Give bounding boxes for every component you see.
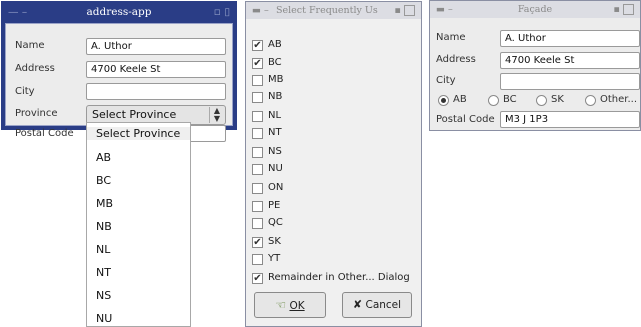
checkbox-label: NL	[268, 110, 282, 121]
checkbox[interactable]: ✔	[252, 273, 263, 284]
checkbox[interactable]	[252, 183, 263, 194]
name-label: Name	[15, 40, 45, 51]
dropdown-option[interactable]: NU	[96, 312, 112, 325]
checkbox-label: NS	[268, 146, 282, 157]
cancel-x-icon: ✘	[352, 298, 363, 311]
checkbox-label: Remainder in Other... Dialog	[268, 272, 410, 283]
checkbox-label: QC	[268, 217, 283, 228]
facade-postal-field[interactable]: M3 J 1P3	[500, 111, 640, 128]
frequent-provinces-dialog: ▬ – Select Frequently Us ▪ ✔ AB ✔ BC MB NB NL N…	[245, 1, 422, 327]
radio-label: AB	[453, 94, 467, 105]
shade-icon[interactable]: ▪	[395, 2, 401, 19]
checkbox-label: ON	[268, 182, 284, 193]
radio-label: SK	[551, 94, 564, 105]
address-app-window: — – address-app ▫ ▯ Name A. Uthor Addres…	[1, 1, 237, 142]
ok-button[interactable]: ☜ OK	[254, 292, 326, 318]
city-label: City	[15, 86, 35, 97]
checkbox[interactable]	[252, 75, 263, 86]
checkbox[interactable]: ✔	[252, 237, 263, 248]
facade-title: Façade	[517, 4, 553, 15]
checkbox[interactable]	[252, 254, 263, 265]
dropdown-option[interactable]: Select Province	[87, 127, 190, 140]
radio-button[interactable]	[488, 95, 499, 106]
province-label: Province	[15, 108, 58, 119]
facade-address-label: Address	[436, 54, 476, 65]
province-dropdown-list: Select Province AB BC MB NB NL NT NS NU	[86, 122, 191, 327]
window-title: address-app	[86, 6, 152, 18]
province-combobox-value: Select Province	[92, 108, 177, 121]
checkbox[interactable]	[252, 201, 263, 212]
facade-name-field[interactable]: A. Uthor	[500, 30, 640, 47]
checkbox[interactable]	[252, 147, 263, 158]
checkbox[interactable]: ✔	[252, 58, 263, 69]
facade-name-label: Name	[436, 32, 466, 43]
checkbox-label: PE	[268, 200, 281, 211]
facade-city-label: City	[436, 75, 456, 86]
shade-icon[interactable]: ▪	[614, 1, 620, 18]
ok-button-label: OK	[289, 300, 305, 312]
dropdown-option[interactable]: NT	[96, 266, 111, 279]
checkbox-label: NB	[268, 91, 283, 102]
window-menu-icon[interactable]: ▬ –	[436, 1, 453, 18]
checkbox-label: NU	[268, 163, 283, 174]
dropdown-option[interactable]: MB	[96, 197, 113, 210]
window-menu-icon[interactable]: — –	[8, 4, 27, 21]
address-app-titlebar[interactable]: — – address-app ▫ ▯	[4, 4, 234, 21]
cancel-button-label: Cancel	[365, 299, 402, 311]
dropdown-option[interactable]: NL	[96, 243, 110, 256]
dialog-title: Select Frequently Us	[276, 5, 378, 16]
dropdown-option[interactable]: NB	[96, 220, 112, 233]
address-field[interactable]: 4700 Keele St	[86, 61, 226, 78]
radio-label: BC	[503, 94, 517, 105]
facade-city-field[interactable]	[500, 73, 640, 90]
checkbox-label: NT	[268, 127, 282, 138]
radio-button[interactable]	[585, 95, 596, 106]
dropdown-option[interactable]: BC	[96, 174, 111, 187]
dropdown-option[interactable]: AB	[96, 151, 111, 164]
maximize-icon[interactable]	[623, 4, 634, 15]
radio-button[interactable]	[536, 95, 547, 106]
facade-window: ▬ – Façade ▪ Name A. Uthor Address 4700 …	[429, 0, 641, 131]
checkbox-label: BC	[268, 57, 282, 68]
ok-hand-icon: ☜	[275, 298, 287, 312]
facade-address-field[interactable]: 4700 Keele St	[500, 52, 640, 69]
facade-titlebar[interactable]: ▬ – Façade ▪	[430, 1, 640, 18]
checkbox[interactable]: ✔	[252, 40, 263, 51]
checkbox-label: SK	[268, 236, 281, 247]
checkbox[interactable]	[252, 111, 263, 122]
address-form: Name A. Uthor Address 4700 Keele St City…	[5, 23, 233, 142]
checkbox-label: MB	[268, 74, 284, 85]
dialog-titlebar[interactable]: ▬ – Select Frequently Us ▪	[246, 2, 421, 19]
postal-code-label: Postal Code	[15, 128, 74, 139]
checkbox[interactable]	[252, 92, 263, 103]
city-field[interactable]	[86, 83, 226, 100]
window-menu-icon[interactable]: ▬ –	[252, 2, 269, 19]
checkbox[interactable]	[252, 164, 263, 175]
checkbox[interactable]	[252, 128, 263, 139]
checkbox-label: YT	[268, 253, 281, 264]
maximize-icon[interactable]	[404, 5, 415, 16]
checkbox-label: AB	[268, 39, 282, 50]
radio-button[interactable]	[438, 95, 449, 106]
cancel-button[interactable]: ✘ Cancel	[342, 292, 412, 318]
radio-label: Other...	[600, 94, 638, 105]
updown-arrow-icon: ▲ ▼	[209, 107, 224, 123]
window-controls-icon[interactable]: ▫ ▯	[214, 4, 230, 21]
address-label: Address	[15, 63, 55, 74]
dropdown-option[interactable]: NS	[96, 289, 111, 302]
facade-postal-label: Postal Code	[436, 114, 495, 125]
name-field[interactable]: A. Uthor	[86, 38, 226, 55]
checkbox[interactable]	[252, 218, 263, 229]
